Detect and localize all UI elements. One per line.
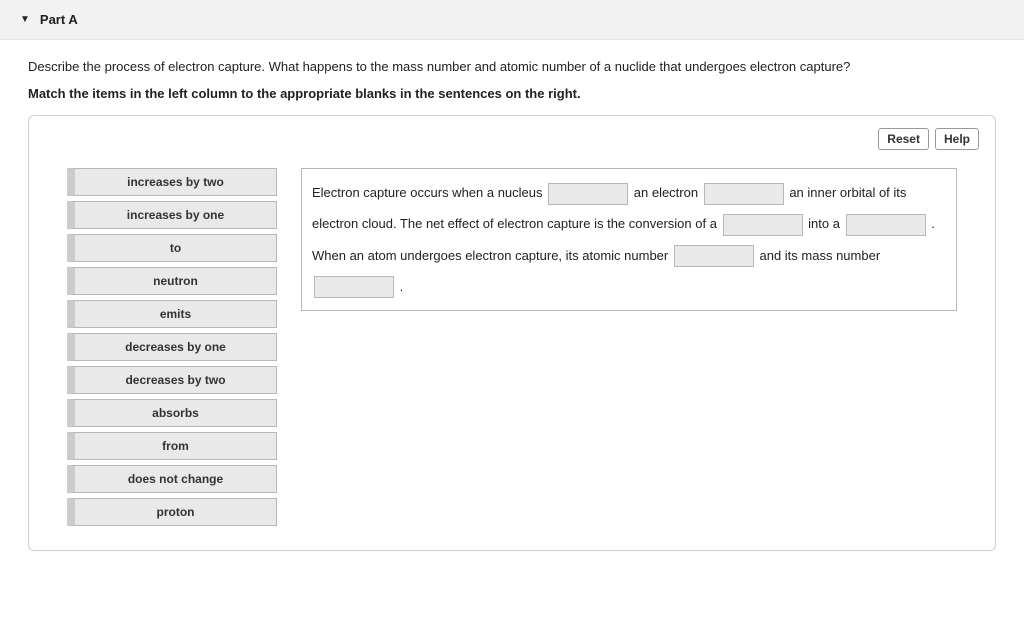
- toolbar: Reset Help: [45, 128, 979, 150]
- sentence-text: into a: [808, 216, 843, 231]
- part-header[interactable]: ▼ Part A: [0, 0, 1024, 40]
- drag-item[interactable]: proton: [67, 498, 277, 526]
- collapse-icon: ▼: [20, 14, 30, 25]
- drag-source-column: increases by two increases by one to neu…: [67, 168, 277, 526]
- drop-slot[interactable]: [846, 214, 926, 236]
- question-prompt: Describe the process of electron capture…: [28, 58, 996, 76]
- drag-item[interactable]: does not change: [67, 465, 277, 493]
- reset-button[interactable]: Reset: [878, 128, 929, 150]
- drop-slot[interactable]: [704, 183, 784, 205]
- drop-slot[interactable]: [674, 245, 754, 267]
- drag-item[interactable]: increases by two: [67, 168, 277, 196]
- sentence-text: .: [400, 279, 404, 294]
- answer-box: Reset Help increases by two increases by…: [28, 115, 996, 551]
- drag-item[interactable]: decreases by one: [67, 333, 277, 361]
- drag-item[interactable]: decreases by two: [67, 366, 277, 394]
- part-title: Part A: [40, 12, 78, 27]
- sentence-panel: Electron capture occurs when a nucleus a…: [301, 168, 957, 311]
- drop-slot[interactable]: [314, 276, 394, 298]
- sentence-text: an electron: [634, 185, 702, 200]
- drag-item[interactable]: from: [67, 432, 277, 460]
- help-button[interactable]: Help: [935, 128, 979, 150]
- drag-item[interactable]: neutron: [67, 267, 277, 295]
- drag-item[interactable]: to: [67, 234, 277, 262]
- work-area: increases by two increases by one to neu…: [45, 168, 979, 526]
- drag-item[interactable]: emits: [67, 300, 277, 328]
- sentence-text: and its mass number: [759, 248, 880, 263]
- sentence-text: Electron capture occurs when a nucleus: [312, 185, 546, 200]
- drag-item[interactable]: increases by one: [67, 201, 277, 229]
- drop-slot[interactable]: [548, 183, 628, 205]
- instruction-text: Match the items in the left column to th…: [28, 86, 996, 101]
- drag-item[interactable]: absorbs: [67, 399, 277, 427]
- content-area: Describe the process of electron capture…: [0, 40, 1024, 569]
- drop-slot[interactable]: [723, 214, 803, 236]
